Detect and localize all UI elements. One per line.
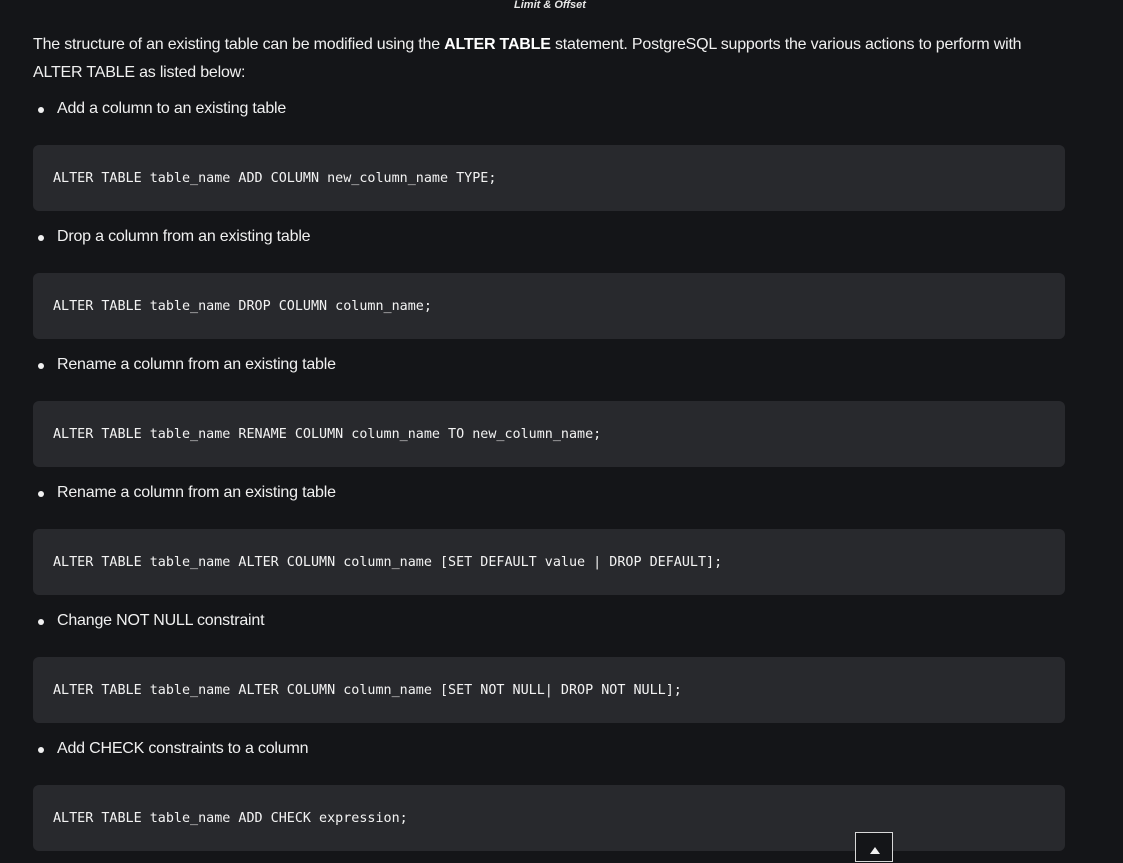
list-item: Drop a column from an existing table ALT…	[33, 223, 1065, 339]
code-block[interactable]: ALTER TABLE table_name ALTER COLUMN colu…	[33, 529, 1065, 595]
list-item-heading: Rename a column from an existing table	[33, 351, 1065, 379]
bullet-icon	[38, 619, 44, 625]
list-item-label: Drop a column from an existing table	[57, 228, 311, 245]
list-item: Rename a column from an existing table A…	[33, 351, 1065, 467]
bullet-icon	[38, 491, 44, 497]
list-item-label: Rename a column from an existing table	[57, 484, 336, 501]
list-item-heading: Drop a column from an existing table	[33, 223, 1065, 251]
code-block[interactable]: ALTER TABLE table_name RENAME COLUMN col…	[33, 401, 1065, 467]
bullet-icon	[38, 107, 44, 113]
previous-section-caption: Limit & Offset	[514, 0, 586, 11]
list-item: Change NOT NULL constraint ALTER TABLE t…	[33, 607, 1065, 723]
bullet-icon	[38, 363, 44, 369]
bullet-icon	[38, 235, 44, 241]
article-content: The structure of an existing table can b…	[33, 31, 1065, 863]
list-item: Add a column to an existing table ALTER …	[33, 95, 1065, 211]
code-snippet[interactable]: ALTER TABLE table_name ADD CHECK express…	[53, 811, 408, 826]
list-item: Rename a column from an existing table A…	[33, 479, 1065, 595]
code-snippet[interactable]: ALTER TABLE table_name ADD COLUMN new_co…	[53, 171, 496, 186]
list-item-label: Add a column to an existing table	[57, 100, 287, 117]
intro-paragraph: The structure of an existing table can b…	[33, 31, 1065, 87]
list-item-label: Rename a column from an existing table	[57, 356, 336, 373]
code-snippet[interactable]: ALTER TABLE table_name ALTER COLUMN colu…	[53, 555, 722, 570]
arrow-up-icon	[870, 847, 880, 854]
list-item-heading: Rename a column from an existing table	[33, 479, 1065, 507]
code-block[interactable]: ALTER TABLE table_name ALTER COLUMN colu…	[33, 657, 1065, 723]
list-item-heading: Change NOT NULL constraint	[33, 607, 1065, 635]
scroll-to-top-button[interactable]	[855, 832, 893, 862]
intro-keyword: ALTER TABLE	[444, 36, 551, 53]
list-item-label: Change NOT NULL constraint	[57, 612, 265, 629]
list-item: Add CHECK constraints to a column ALTER …	[33, 735, 1065, 851]
list-item-label: Add CHECK constraints to a column	[57, 740, 309, 757]
intro-text-before: The structure of an existing table can b…	[33, 36, 445, 53]
list-item-heading: Add a column to an existing table	[33, 95, 1065, 123]
code-snippet[interactable]: ALTER TABLE table_name ALTER COLUMN colu…	[53, 683, 682, 698]
code-snippet[interactable]: ALTER TABLE table_name RENAME COLUMN col…	[53, 427, 601, 442]
code-snippet[interactable]: ALTER TABLE table_name DROP COLUMN colum…	[53, 299, 432, 314]
code-block[interactable]: ALTER TABLE table_name ADD CHECK express…	[33, 785, 1065, 851]
code-block[interactable]: ALTER TABLE table_name ADD COLUMN new_co…	[33, 145, 1065, 211]
list-item-heading: Add CHECK constraints to a column	[33, 735, 1065, 763]
bullet-icon	[38, 747, 44, 753]
code-block[interactable]: ALTER TABLE table_name DROP COLUMN colum…	[33, 273, 1065, 339]
